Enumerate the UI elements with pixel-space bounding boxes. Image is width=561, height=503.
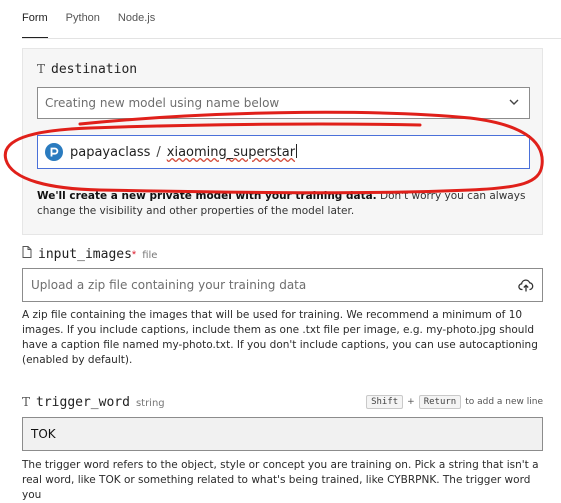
text-type-icon: T — [22, 395, 31, 409]
destination-panel: T destination Creating new model using n… — [22, 48, 543, 235]
keyboard-hint: Shift + Return to add a new line — [366, 395, 543, 409]
text-caret — [296, 144, 298, 158]
input-images-help: A zip file containing the images that wi… — [22, 309, 538, 366]
kbd-shift: Shift — [366, 395, 404, 409]
trigger-word-input[interactable]: TOK — [22, 417, 543, 451]
tab-bar: Form Python Node.js — [22, 0, 173, 39]
tab-form[interactable]: Form — [22, 0, 48, 39]
input-images-label-row: input_images * file — [22, 246, 157, 262]
trigger-word-label-row: T trigger_word string — [22, 395, 165, 410]
trigger-word-value: TOK — [31, 427, 56, 441]
owner-separator: / — [156, 145, 161, 160]
destination-label: destination — [51, 62, 138, 77]
owner-model-text: papayaclass / xiaoming_superstar — [70, 144, 298, 160]
kbd-hint-text: to add a new line — [465, 397, 543, 407]
destination-select-value: Creating new model using name below — [45, 96, 280, 110]
destination-label-row: T destination — [37, 62, 137, 77]
input-images-upload[interactable]: Upload a zip file containing your traini… — [22, 268, 543, 302]
trigger-word-type: string — [135, 398, 165, 409]
input-images-type: file — [142, 250, 158, 261]
tab-nodejs[interactable]: Node.js — [118, 0, 155, 38]
owner-avatar-icon — [45, 143, 63, 161]
file-icon — [22, 246, 32, 258]
destination-select[interactable]: Creating new model using name below — [37, 87, 530, 119]
destination-note-bold: We'll create a new private model with yo… — [37, 190, 377, 202]
tab-divider — [22, 38, 561, 39]
required-marker: * — [131, 249, 137, 261]
text-type-icon: T — [37, 62, 46, 76]
trigger-word-label: trigger_word — [36, 395, 130, 410]
destination-note: We'll create a new private model with yo… — [37, 189, 531, 219]
kbd-plus: + — [407, 397, 415, 407]
model-name-input[interactable]: papayaclass / xiaoming_superstar — [37, 135, 530, 169]
kbd-return: Return — [418, 395, 462, 409]
trigger-word-help: The trigger word refers to the object, s… — [22, 459, 539, 501]
input-images-label: input_images — [38, 247, 132, 262]
tab-python[interactable]: Python — [66, 0, 100, 38]
upload-placeholder: Upload a zip file containing your traini… — [31, 278, 307, 292]
model-name: xiaoming_superstar — [166, 145, 296, 160]
chevron-down-icon — [509, 99, 519, 105]
cloud-upload-icon[interactable] — [518, 277, 534, 293]
owner-name: papayaclass — [70, 145, 151, 160]
